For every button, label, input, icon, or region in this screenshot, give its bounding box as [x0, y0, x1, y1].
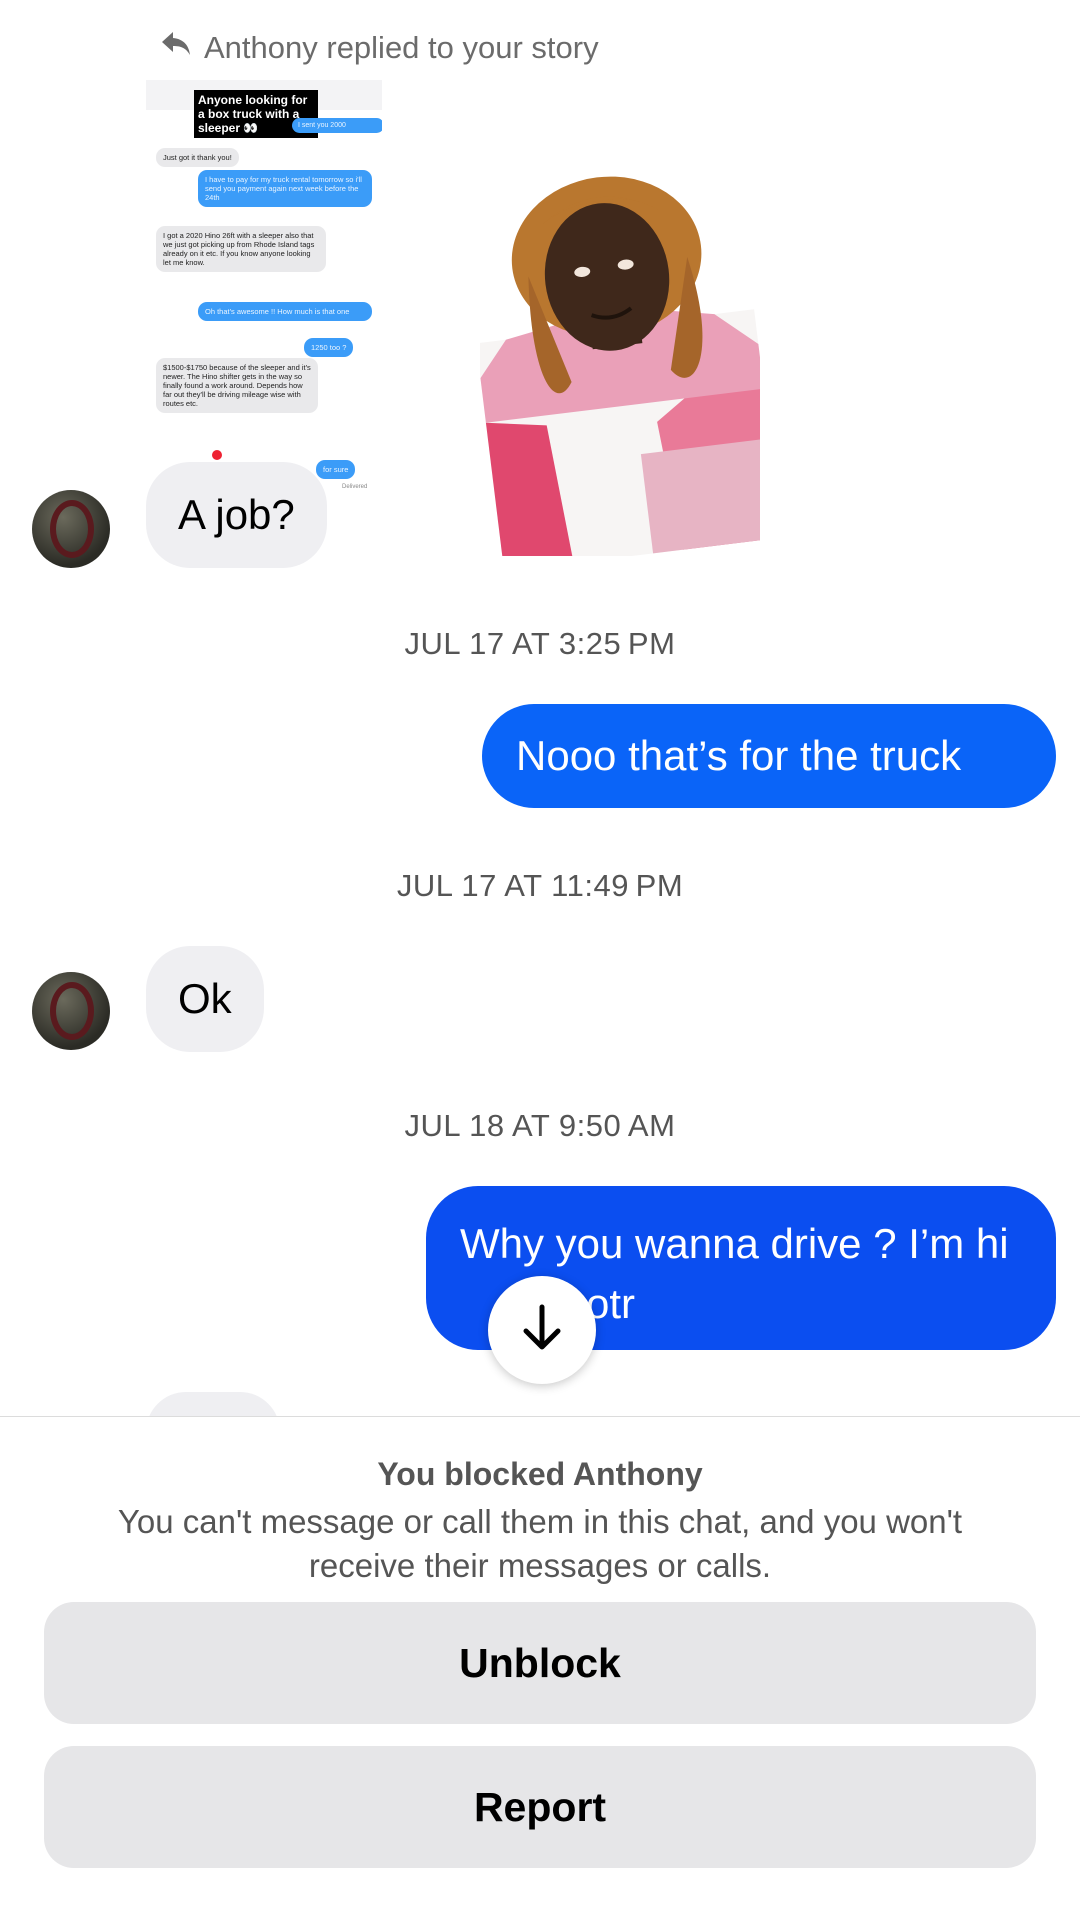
- story-message: Oh that's awesome !! How much is that on…: [198, 302, 372, 321]
- story-message: I have to pay for my truck rental tomorr…: [198, 170, 372, 207]
- story-message: $1500-$1750 because of the sleeper and i…: [156, 358, 318, 413]
- arrow-down-icon: [520, 1303, 564, 1358]
- message-timestamp: JUL 17 AT 11:49 PM: [396, 868, 684, 903]
- unblock-button[interactable]: Unblock: [44, 1602, 1036, 1724]
- contact-avatar[interactable]: [32, 972, 110, 1050]
- story-delivered-status: Delivered: [342, 484, 368, 490]
- heart-reaction-icon: [212, 450, 222, 460]
- scroll-to-bottom-button[interactable]: [488, 1276, 596, 1384]
- story-message: I got a 2020 Hino 26ft with a sleeper al…: [156, 226, 326, 272]
- incoming-message-bubble[interactable]: Ok: [146, 946, 264, 1052]
- message-timestamp: JUL 17 AT 3:25 PM: [404, 626, 676, 661]
- story-sticker-image: [476, 176, 783, 572]
- message-timestamp: JUL 18 AT 9:50 AM: [404, 1108, 676, 1143]
- story-message: for sure: [316, 460, 356, 479]
- story-reply-label: Anthony replied to your story: [204, 30, 599, 65]
- contact-avatar[interactable]: [32, 490, 110, 568]
- story-message: Just got it thank you!: [156, 148, 239, 167]
- blocked-description: You can't message or call them in this c…: [117, 1503, 963, 1584]
- report-button[interactable]: Report: [44, 1746, 1036, 1868]
- blocked-title: You blocked Anthony: [377, 1456, 703, 1492]
- incoming-message-bubble[interactable]: A job?: [146, 462, 327, 568]
- story-message: 1250 too ?: [304, 338, 354, 357]
- story-reply-header: Anthony replied to your story: [160, 28, 599, 68]
- outgoing-message-bubble[interactable]: Nooo that’s for the truck: [482, 704, 1056, 808]
- message-text-line: Why you wanna drive ? I’m hi: [460, 1220, 1009, 1267]
- story-preview[interactable]: Anyone looking for a box truck with a sl…: [146, 80, 382, 500]
- story-message: I sent you 2000: [292, 118, 382, 133]
- reply-arrow-icon: [160, 30, 192, 66]
